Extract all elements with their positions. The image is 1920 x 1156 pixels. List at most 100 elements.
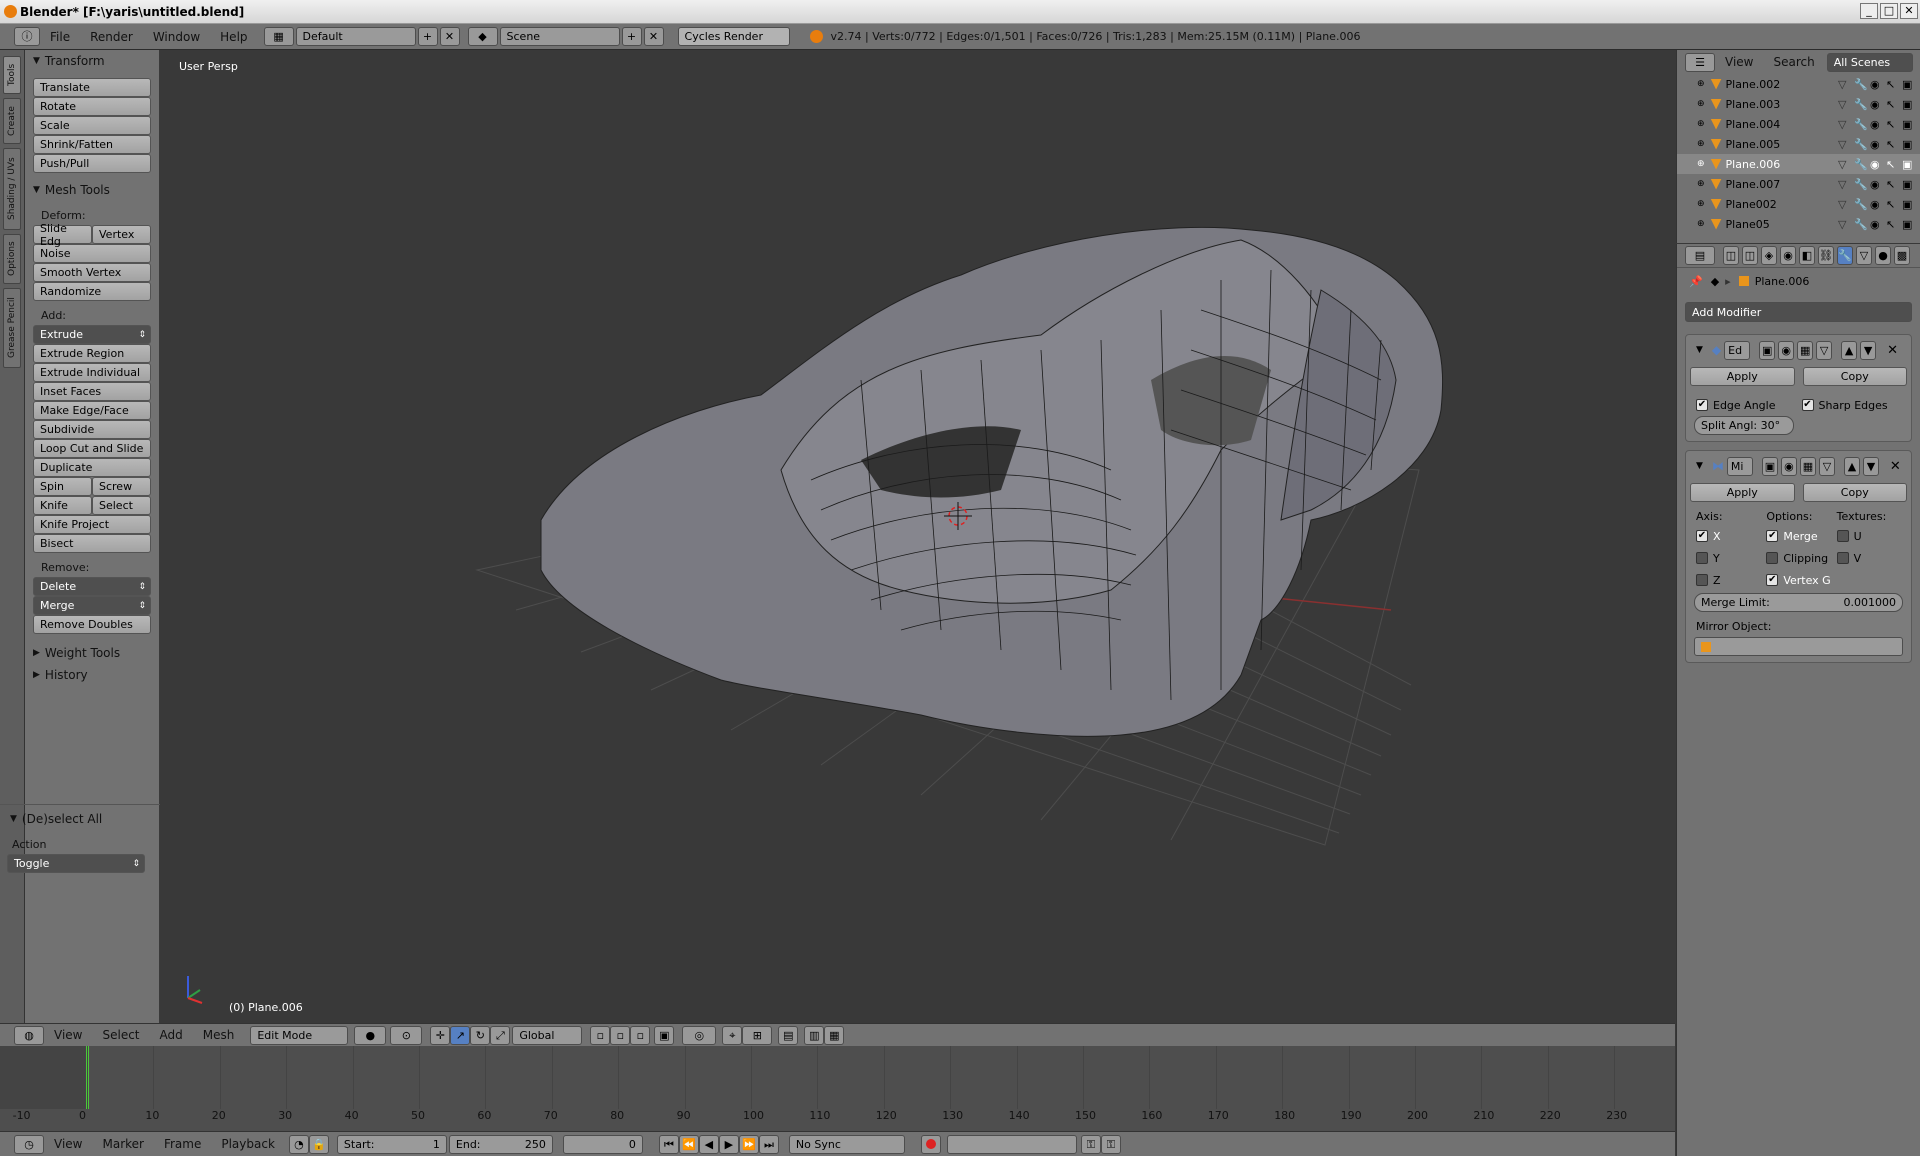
bisect-button[interactable]: Bisect xyxy=(33,534,151,553)
tab-grease-pencil[interactable]: Grease Pencil xyxy=(3,288,21,368)
delete-menu-button[interactable]: Delete ⇕ xyxy=(33,577,151,596)
texture-v-option[interactable]: V xyxy=(1836,547,1907,569)
scale-manipulator-icon[interactable]: ⤢ xyxy=(490,1025,511,1045)
screen-layout-icon[interactable]: ▦ xyxy=(263,27,294,46)
jump-start-icon[interactable]: ⏮ xyxy=(658,1134,679,1154)
scene-tab-icon[interactable]: ◈ xyxy=(1761,246,1777,265)
proportional-editing-icon[interactable]: ◎ xyxy=(682,1025,717,1045)
renderability-camera-icon[interactable]: ▣ xyxy=(1902,138,1920,151)
vertex-select-icon[interactable]: ▫ xyxy=(590,1025,611,1045)
render-tab-icon[interactable]: ◫ xyxy=(1723,246,1739,265)
inset-faces-button[interactable]: Inset Faces xyxy=(33,382,151,401)
show-cage-icon[interactable]: ▽ xyxy=(1818,456,1835,476)
outliner-item[interactable]: ⊕ Plane.005 ▽ 🔧 ◉ ↖ ▣ xyxy=(1677,134,1920,154)
scene-icon[interactable]: ◆ xyxy=(467,27,498,46)
timeline-menu-view[interactable]: View xyxy=(54,1137,82,1151)
move-down-icon[interactable]: ▼ xyxy=(1862,456,1879,476)
pin-icon[interactable]: 📌 xyxy=(1689,275,1703,288)
object-tab-icon[interactable]: ◧ xyxy=(1799,246,1815,265)
menu-file[interactable]: File xyxy=(50,30,70,44)
edge-angle-checkbox[interactable]: ✔ xyxy=(1696,399,1708,411)
weight-tools-panel-header[interactable]: ▶ Weight Tools xyxy=(25,642,159,664)
render-image-icon[interactable]: ▥ xyxy=(804,1025,825,1045)
operator-panel-header[interactable]: ▼ (De)select All xyxy=(10,808,160,830)
ogl-render-icon[interactable]: ▤ xyxy=(778,1025,799,1045)
outliner-item[interactable]: ⊕ Plane.004 ▽ 🔧 ◉ ↖ ▣ xyxy=(1677,114,1920,134)
add-modifier-select[interactable]: Add Modifier xyxy=(1685,302,1912,322)
mirror-object-field[interactable] xyxy=(1694,637,1903,656)
edge-angle-option[interactable]: ✔ Edge Angle xyxy=(1690,394,1802,416)
start-frame-field[interactable]: Start: 1 xyxy=(336,1134,447,1154)
visibility-eye-icon[interactable]: ◉ xyxy=(1870,138,1886,151)
tab-options[interactable]: Options xyxy=(3,234,21,284)
jump-end-icon[interactable]: ⏭ xyxy=(758,1134,779,1154)
axis-y-checkbox[interactable] xyxy=(1696,552,1708,564)
play-icon[interactable]: ▶ xyxy=(718,1134,739,1154)
add-scene-icon[interactable]: + xyxy=(621,27,642,46)
renderability-camera-icon[interactable]: ▣ xyxy=(1902,158,1920,171)
smooth-vertex-button[interactable]: Smooth Vertex xyxy=(33,263,151,282)
merge-checkbox[interactable]: ✔ xyxy=(1766,530,1779,542)
apply-button[interactable]: Apply xyxy=(1690,367,1795,386)
info-editor-type-icon[interactable]: ⓘ xyxy=(14,27,40,46)
visibility-eye-icon[interactable]: ◉ xyxy=(1870,78,1886,91)
menu-window[interactable]: Window xyxy=(153,30,200,44)
shrink-fatten-button[interactable]: Shrink/Fatten xyxy=(33,135,151,154)
timeline-editor-type-icon[interactable]: ◷ xyxy=(14,1134,44,1154)
show-viewport-icon[interactable]: ◉ xyxy=(1780,456,1797,476)
data-tab-icon[interactable]: ▽ xyxy=(1856,246,1872,265)
renderability-camera-icon[interactable]: ▣ xyxy=(1902,118,1920,131)
tab-create[interactable]: Create xyxy=(3,98,21,144)
maximize-button[interactable]: □ xyxy=(1880,3,1898,19)
clipping-option[interactable]: Clipping xyxy=(1766,547,1836,569)
expand-icon[interactable]: ⊕ xyxy=(1697,179,1705,189)
keying-set-field[interactable] xyxy=(946,1134,1077,1154)
remove-layout-icon[interactable]: ✕ xyxy=(439,27,460,46)
outliner-display-mode-select[interactable]: All Scenes xyxy=(1826,52,1913,72)
render-anim-icon[interactable]: ▦ xyxy=(824,1025,845,1045)
noise-button[interactable]: Noise xyxy=(33,244,151,263)
delete-keyframe-icon[interactable]: ⚿ xyxy=(1100,1134,1121,1154)
minimize-button[interactable]: _ xyxy=(1860,3,1878,19)
record-icon[interactable] xyxy=(920,1134,941,1154)
expand-icon[interactable]: ⊕ xyxy=(1697,79,1705,89)
extrude-region-button[interactable]: Extrude Region xyxy=(33,344,151,363)
menu-mesh[interactable]: Mesh xyxy=(203,1028,235,1042)
limit-selection-icon[interactable]: ▣ xyxy=(654,1025,675,1045)
axis-x-checkbox[interactable]: ✔ xyxy=(1696,530,1708,542)
timeline-area[interactable]: -10 0 10 20 30 40 50 60 70 80 90 100 110 120 130 140 150… xyxy=(0,1046,1675,1131)
sharp-edges-checkbox[interactable]: ✔ xyxy=(1801,399,1814,411)
clipping-checkbox[interactable] xyxy=(1766,552,1779,564)
edge-select-icon[interactable]: ▫ xyxy=(610,1025,631,1045)
outliner-menu-view[interactable]: View xyxy=(1725,55,1753,69)
merge-menu-button[interactable]: Merge ⇕ xyxy=(33,596,151,615)
expand-icon[interactable]: ⊕ xyxy=(1697,159,1705,169)
editor-type-icon[interactable]: ◍ xyxy=(14,1025,44,1045)
pivot-point-icon[interactable]: ⊙ xyxy=(390,1025,423,1045)
renderability-camera-icon[interactable]: ▣ xyxy=(1902,98,1920,111)
knife-button[interactable]: Knife xyxy=(33,496,92,515)
extrude-menu-button[interactable]: Extrude ⇕ xyxy=(33,325,151,344)
outliner-item[interactable]: ⊕ Plane05 ▽ 🔧 ◉ ↖ ▣ xyxy=(1677,214,1920,234)
spin-button[interactable]: Spin xyxy=(33,477,92,496)
move-up-icon[interactable]: ▲ xyxy=(1843,456,1860,476)
properties-editor-type-icon[interactable]: ▤ xyxy=(1685,246,1715,265)
copy-button[interactable]: Copy xyxy=(1802,483,1907,502)
knife-project-button[interactable]: Knife Project xyxy=(33,515,151,534)
axis-z-checkbox[interactable] xyxy=(1696,574,1708,586)
translate-button[interactable]: Translate xyxy=(33,78,151,97)
world-tab-icon[interactable]: ◉ xyxy=(1780,246,1796,265)
renderability-camera-icon[interactable]: ▣ xyxy=(1902,218,1920,231)
rotate-manipulator-icon[interactable]: ↻ xyxy=(470,1025,491,1045)
screw-button[interactable]: Screw xyxy=(92,477,151,496)
selectability-cursor-icon[interactable]: ↖ xyxy=(1886,138,1902,151)
scale-button[interactable]: Scale xyxy=(33,116,151,135)
transform-orientation-select[interactable]: Global xyxy=(512,1025,583,1045)
slide-edge-button[interactable]: Slide Edg xyxy=(33,222,92,248)
visibility-eye-icon[interactable]: ◉ xyxy=(1870,198,1886,211)
outliner-item[interactable]: ⊕ Plane.003 ▽ 🔧 ◉ ↖ ▣ xyxy=(1677,94,1920,114)
history-panel-header[interactable]: ▶ History xyxy=(25,664,159,686)
expand-icon[interactable]: ⊕ xyxy=(1697,99,1705,109)
modifier-name-field[interactable]: Ed xyxy=(1724,340,1751,360)
expand-icon[interactable]: ⊕ xyxy=(1697,199,1705,209)
